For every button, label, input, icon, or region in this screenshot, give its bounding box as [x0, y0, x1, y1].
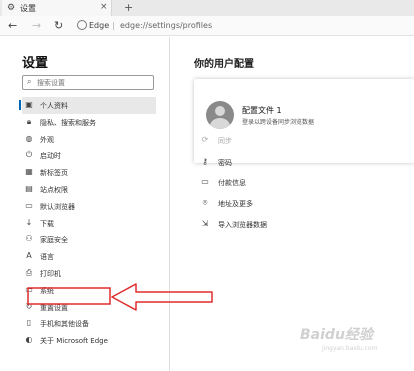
sidebar-item-label: 重置设置 [40, 303, 68, 312]
search-icon: ⌕ [27, 77, 32, 86]
watermark: Baidu经验 [300, 327, 373, 343]
location-icon: ⌾ [202, 198, 208, 207]
sidebar-item[interactable]: ▤ 站点权限 [22, 181, 156, 198]
person-card-icon: ▣ [25, 100, 33, 109]
profile-option-label: 地址及更多 [218, 200, 253, 208]
sidebar-item[interactable]: ◐ 关于 Microsoft Edge [22, 332, 156, 349]
lock-icon: 🔒︎ [26, 116, 32, 126]
phone-icon: ▯ [26, 318, 32, 328]
sidebar-item[interactable]: ⏻ 启动时 [22, 147, 156, 164]
power-icon: ⏻ [25, 150, 33, 160]
profile-option[interactable]: ▭ 付款信息 [200, 177, 400, 191]
sidebar-item-label: 关于 Microsoft Edge [40, 337, 108, 346]
profile-option[interactable]: ⌾ 地址及更多 [200, 198, 400, 212]
edge-site-icon[interactable] [77, 20, 87, 30]
sidebar-item-label: 外观 [40, 135, 54, 144]
new-tab-icon: ▦ [25, 167, 33, 177]
watermark-sub: jingyan.baidu.com [322, 345, 378, 352]
sidebar-item-label: 隐私、搜索和服务 [40, 118, 96, 127]
sidebar-item-label: 个人资料 [40, 102, 68, 110]
sidebar-item[interactable]: ◍ 外观 [22, 131, 156, 148]
search-input[interactable] [37, 77, 149, 88]
printer-icon: ⎙ [25, 267, 33, 277]
import-icon: ⇲ [201, 219, 209, 228]
avatar [206, 101, 234, 129]
sidebar-item-label: 下载 [40, 219, 54, 228]
profile-option-label: 导入浏览器数据 [218, 221, 267, 229]
sidebar-item[interactable]: ↻ 重置设置 [22, 299, 156, 316]
language-icon: A [26, 251, 32, 261]
profile-option[interactable]: ⚷ 密码 [200, 157, 400, 171]
sidebar-title: 设置 [22, 56, 49, 71]
forward-arrow-icon[interactable]: → [32, 19, 41, 32]
sidebar-item[interactable]: 🔒︎ 隐私、搜索和服务 [22, 114, 156, 131]
card-icon: ▭ [201, 177, 209, 186]
key-icon: ⚷ [202, 157, 208, 166]
profile-option-label: 同步 [218, 137, 232, 145]
palette-icon: ◍ [25, 133, 33, 143]
sidebar-item[interactable]: ▭ 默认浏览器 [22, 198, 156, 215]
sidebar-item[interactable]: ▯ 手机和其他设备 [22, 315, 156, 332]
sidebar-item[interactable]: ⎙ 打印机 [22, 265, 156, 282]
address-bar-row: ← → ↻ Edge | edge://settings/profiles [0, 16, 414, 36]
tab-title: 设置 [20, 4, 36, 13]
sync-icon: ⟳ [201, 135, 209, 144]
profile-card[interactable]: 配置文件 1 登录以跨设备同步浏览数据 [194, 79, 414, 163]
sidebar-nav: ▣ 个人资料 🔒︎ 隐私、搜索和服务 ◍ 外观 ⏻ 启动时 ▦ 新标签页 ▤ 站点权限 ▭ 默认浏览器 ↓ 下… [19, 97, 156, 349]
sidebar-item-label: 启动时 [40, 152, 61, 161]
back-arrow-icon[interactable]: ← [8, 19, 17, 32]
sidebar-item-label: 家庭安全 [40, 236, 68, 245]
site-permissions-icon: ▤ [25, 183, 33, 193]
sidebar-item-label: 站点权限 [40, 185, 68, 194]
reload-icon[interactable]: ↻ [54, 19, 63, 32]
sidebar-item[interactable]: ▦ 新标签页 [22, 164, 156, 181]
profile-name: 配置文件 1 [242, 106, 282, 115]
sidebar-item[interactable]: ⚇ 家庭安全 [22, 231, 156, 248]
close-tab-icon[interactable]: × [100, 2, 108, 12]
family-icon: ⚇ [25, 234, 33, 244]
tab-settings[interactable]: ⚙ 设置 × [2, 0, 112, 16]
profile-description: 登录以跨设备同步浏览数据 [242, 119, 315, 126]
sidebar-item-label: 语言 [40, 253, 54, 262]
sidebar-item[interactable]: ▣ 个人资料 [19, 97, 156, 114]
settings-sidebar: 设置 ⌕ ▣ 个人资料 🔒︎ 隐私、搜索和服务 ◍ 外观 ⏻ 启动时 ▦ 新标签页 ▤ 站点权限 ▭ 默认… [0, 37, 168, 371]
address-origin: Edge [89, 21, 110, 30]
address-separator: | [112, 21, 115, 30]
sidebar-item-label: 新标签页 [40, 169, 68, 178]
profile-option-label: 密码 [218, 159, 232, 167]
sidebar-item[interactable]: ↓ 下载 [22, 215, 156, 232]
sidebar-item-label: 系统 [40, 286, 54, 295]
tab-strip: ⚙ 设置 × + [0, 0, 414, 16]
profiles-pane: 你的用户配置 配置文件 1 登录以跨设备同步浏览数据 ⟳ 同步 ⚷ 密码 ▭ 付款信息 ⌾ 地… [170, 37, 414, 371]
page-title: 你的用户配置 [194, 59, 254, 70]
edge-logo-icon: ◐ [25, 335, 33, 345]
settings-search-box[interactable]: ⌕ [22, 75, 154, 90]
profile-option-label: 付款信息 [218, 179, 246, 187]
sidebar-item-label: 默认浏览器 [40, 202, 75, 211]
profile-option[interactable]: ⇲ 导入浏览器数据 [200, 219, 400, 233]
new-tab-button[interactable]: + [124, 1, 133, 14]
address-url[interactable]: edge://settings/profiles [120, 21, 212, 30]
sidebar-item[interactable]: A 语言 [22, 248, 156, 265]
gear-icon: ⚙ [7, 3, 16, 13]
sidebar-item-label: 打印机 [40, 269, 61, 278]
default-browser-icon: ▭ [25, 200, 33, 210]
sidebar-item-label: 手机和其他设备 [40, 320, 89, 329]
profile-option[interactable]: ⟳ 同步 [200, 135, 400, 149]
sidebar-item[interactable]: ▭ 系统 [22, 282, 156, 299]
system-icon: ▭ [25, 284, 33, 294]
reset-icon: ↻ [25, 301, 33, 311]
download-icon: ↓ [25, 217, 33, 227]
